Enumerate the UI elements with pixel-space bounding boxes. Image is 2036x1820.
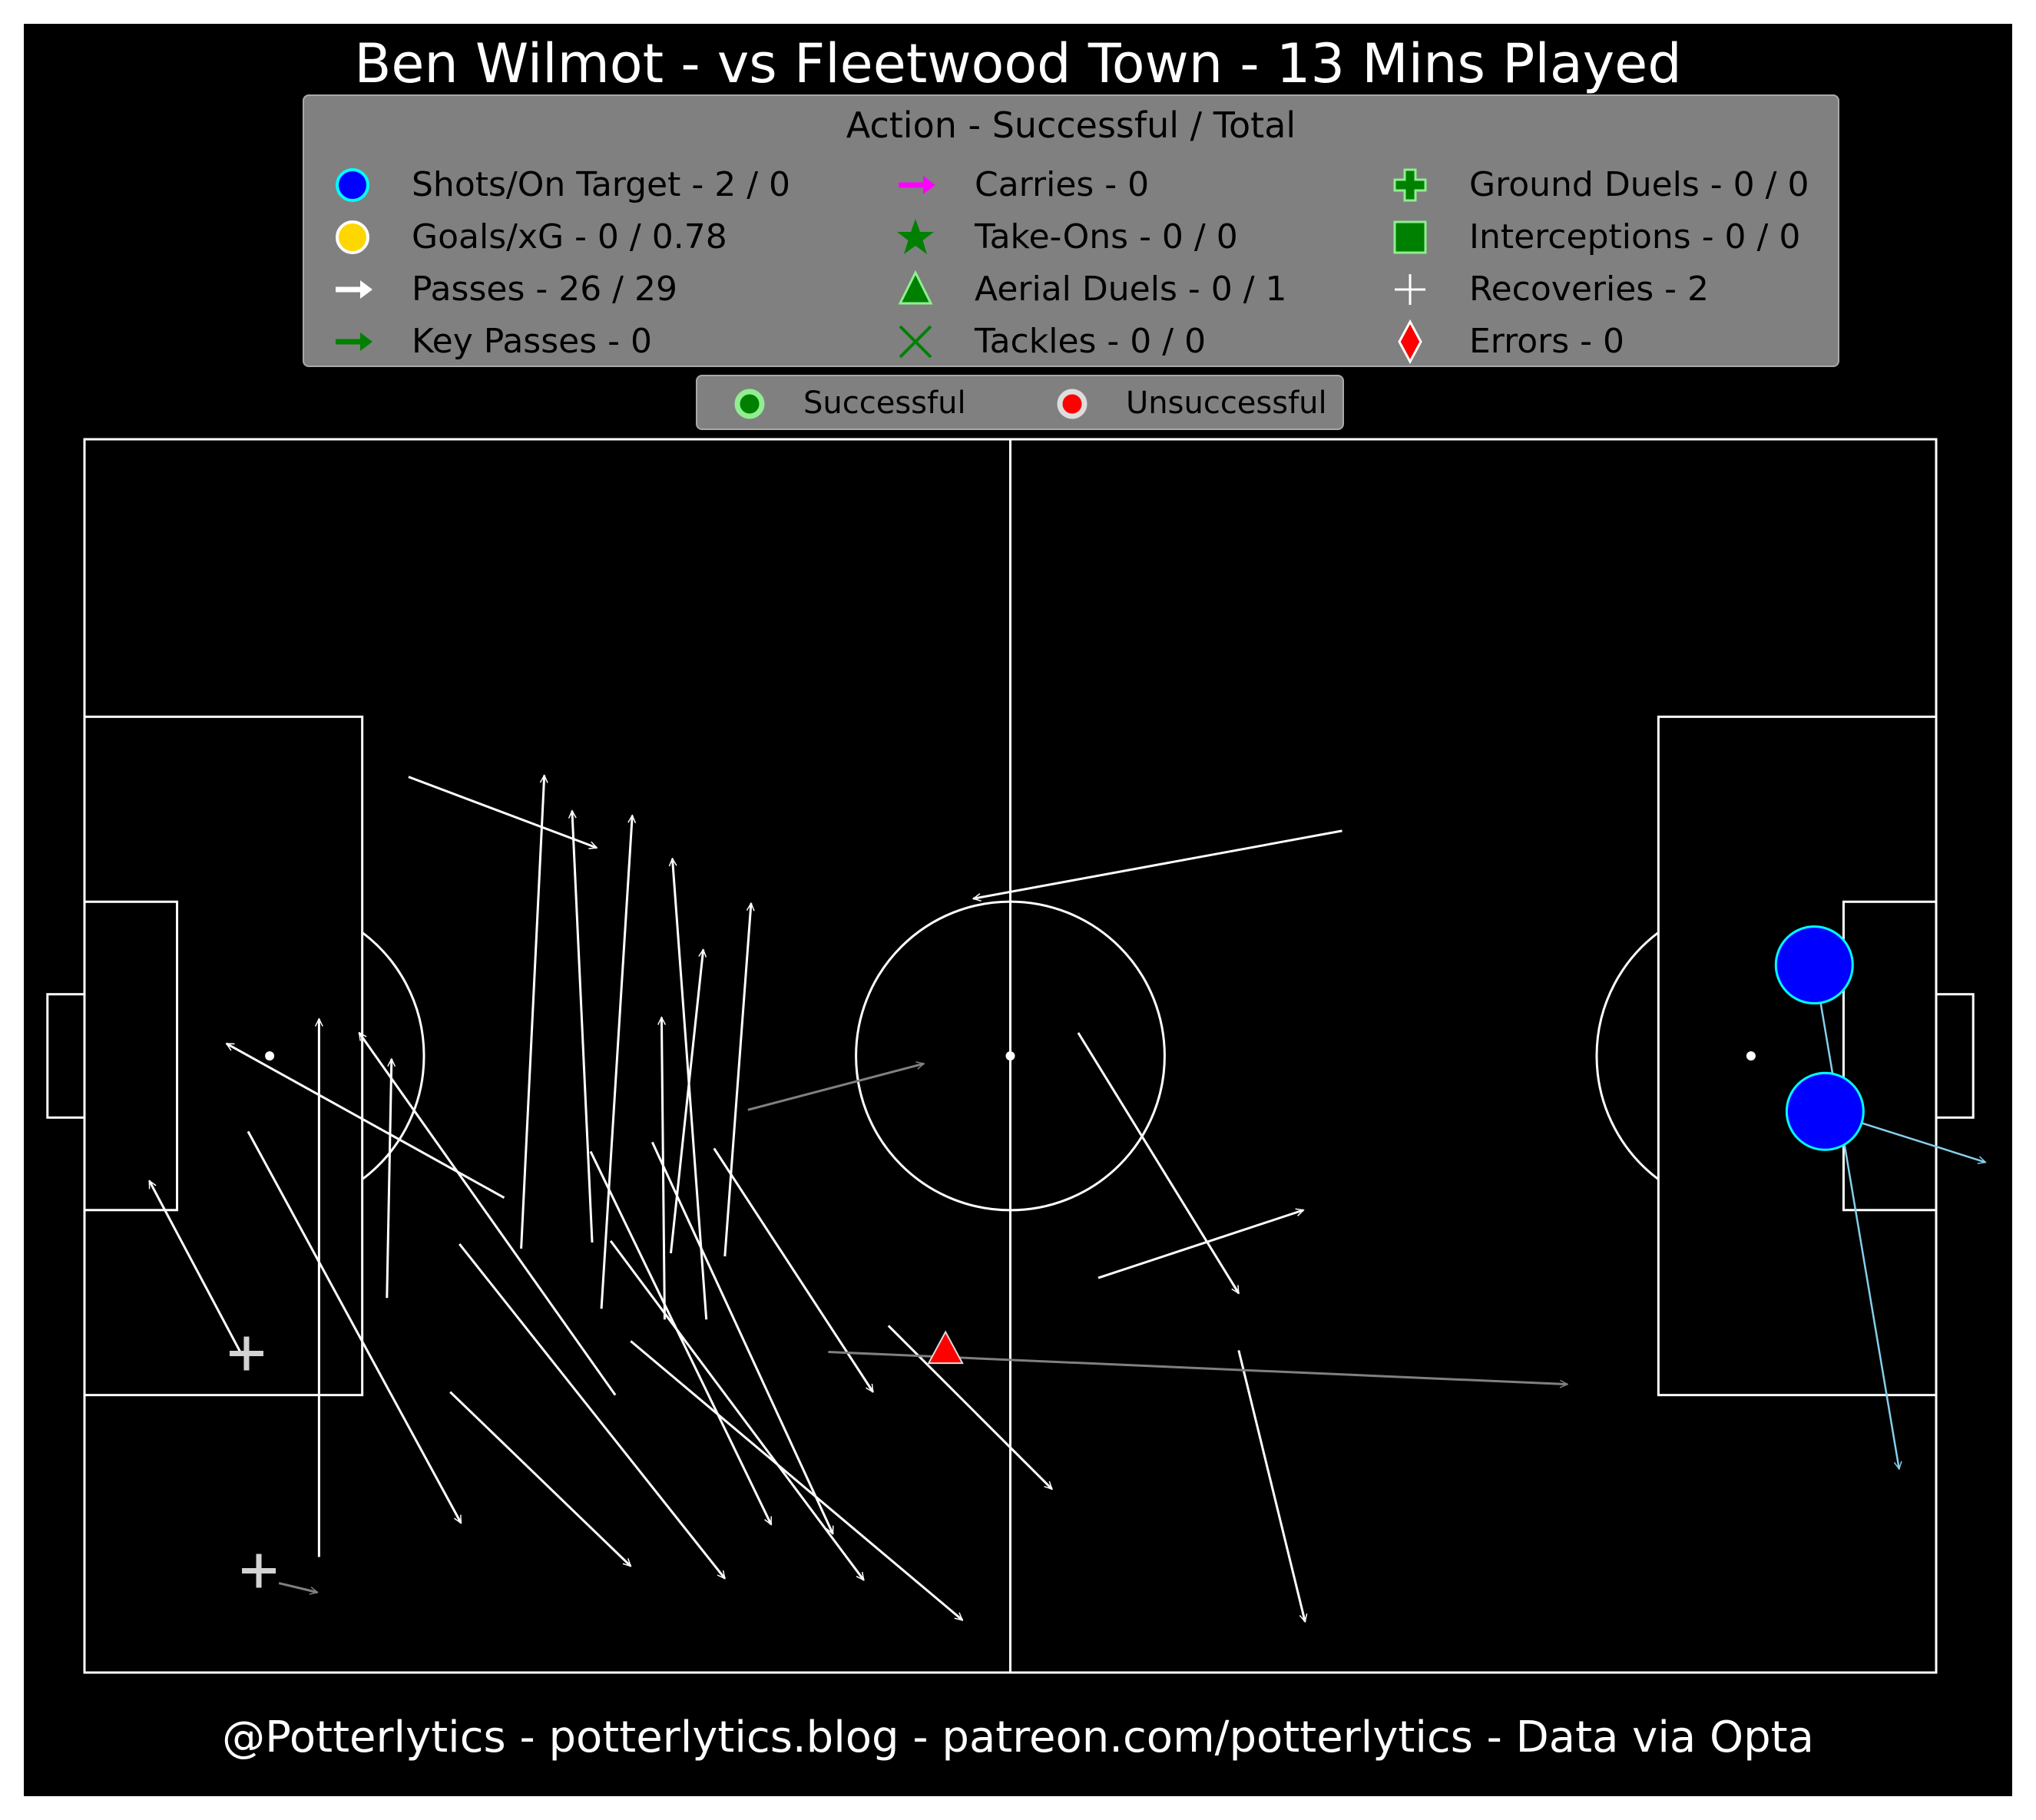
left-goal [46,993,86,1119]
footer-credits: @Potterlytics - potterlytics.blog - patr… [222,1712,1814,1762]
pass-unsuccessful [278,1582,317,1593]
pass-successful [386,1059,392,1299]
shot-marker [1774,925,1854,1005]
right-penalty-arc [1595,932,1660,1180]
right-penalty-area [1657,715,1938,1397]
right-penalty-spot [1746,1051,1756,1061]
markers-layer [229,1330,964,1588]
shots-layer [1774,925,1985,1469]
left-six-yard-box [83,900,179,1212]
pass-successful [1077,1032,1240,1293]
shot-trajectory [1813,965,1899,1469]
pass-successful [651,1141,834,1534]
pass-unsuccessful [747,1064,924,1111]
left-penalty-spot [265,1051,275,1061]
left-penalty-arc [361,932,425,1180]
pass-successful [408,776,597,848]
right-six-yard-box [1842,900,1938,1212]
pass-successful [589,1150,773,1524]
pass-successful [572,811,594,1243]
pass-successful [520,776,545,1249]
aerial-duel-marker [927,1330,964,1365]
pass-successful [600,816,632,1309]
pass-successful [973,829,1342,898]
recovery-marker [242,1554,276,1588]
pass-successful [723,903,751,1257]
pitch-map [46,438,2036,1674]
pass-successful [1097,1210,1303,1279]
left-penalty-area [83,715,364,1397]
pass-successful [148,1181,243,1356]
pass-successful [358,1033,617,1396]
pass-successful [713,1147,874,1391]
centre-spot [1005,1051,1015,1061]
shot-marker [1785,1071,1865,1151]
pass-successful [449,1391,631,1567]
pass-successful [247,1130,462,1523]
pass-successful [630,1340,962,1621]
right-goal [1935,993,1975,1119]
pass-successful [887,1325,1052,1489]
pitch-lines [46,438,1975,1674]
pass-successful [609,1240,865,1580]
pass-successful [1237,1350,1305,1621]
pass-successful [227,1042,505,1200]
